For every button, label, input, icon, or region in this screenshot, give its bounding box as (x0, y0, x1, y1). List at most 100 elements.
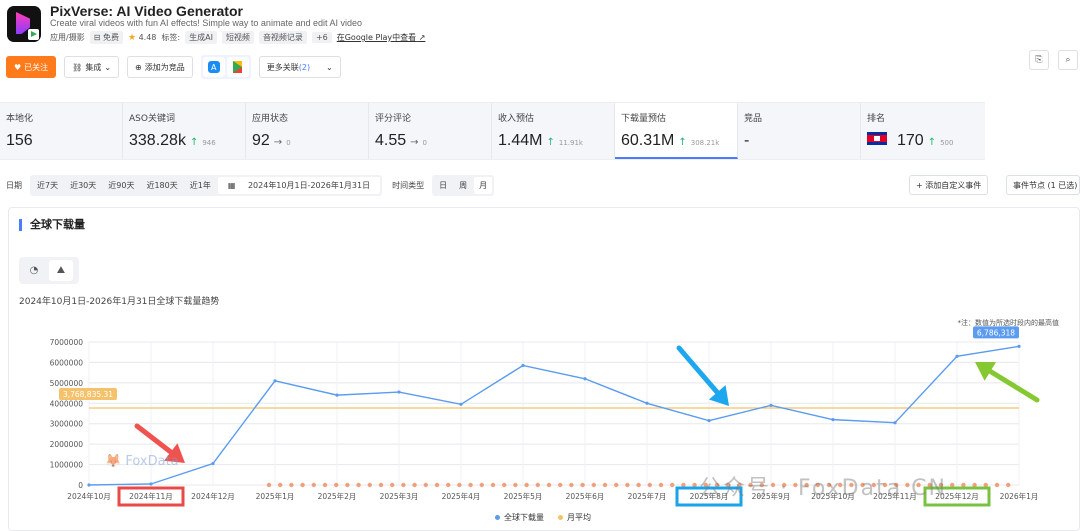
plus-icon: + (916, 180, 923, 190)
tag-item[interactable]: 生成AI (185, 31, 217, 44)
data-point (769, 403, 773, 407)
add-competitor-button[interactable]: ⊕ 添加为竞品 (127, 56, 193, 78)
date-range-presets: 近7天 近30天 近90天 近180天 近1年 ▦ 2024年10月1日-202… (30, 174, 383, 196)
metric-value: 156 (6, 132, 33, 149)
app-icon (7, 6, 41, 42)
metric-revenue[interactable]: 收入预估 1.44M ↑ 11.91k (492, 103, 615, 159)
time-type-selector: 日 周 月 (432, 174, 495, 196)
downloads-chart-card: 全球下载量 ◔ ⛰ 2024年10月1日-2026年1月31日全球下载量趋势 *… (8, 207, 1080, 531)
time-type-month[interactable]: 月 (474, 176, 493, 194)
more-related-text: 更多关联 (266, 62, 299, 72)
y-tick-label: 1000000 (50, 461, 84, 470)
metric-change: 0 (422, 139, 427, 147)
x-tick-label: 2024年11月 (129, 491, 173, 501)
data-point (583, 377, 587, 381)
tag-item[interactable]: 音视频记录 (258, 31, 307, 44)
tag-item[interactable]: 短视频 (221, 31, 254, 44)
range-1y[interactable]: 近1年 (185, 177, 216, 194)
add-event-button[interactable]: + 添加自定义事件 (909, 175, 989, 195)
x-tick-label: 2025年6月 (566, 491, 605, 501)
event-node-dot (278, 482, 283, 488)
metric-ratings[interactable]: 评分评论 4.55 → 0 (369, 103, 492, 159)
calendar-icon: ▦ (227, 180, 236, 190)
average-value-label: 3,768,835.31 (63, 390, 113, 399)
y-tick-label: 5000000 (50, 379, 84, 388)
event-node-dot (602, 482, 608, 488)
tag-more[interactable]: +6 (311, 32, 332, 43)
heart-icon: ♥ (14, 62, 22, 72)
event-node-dot (300, 482, 305, 488)
chevron-down-icon: ⌄ (326, 62, 333, 72)
metric-competitors[interactable]: 竞品 - (738, 103, 861, 159)
event-node-dot (490, 482, 496, 488)
date-label: 日期 (6, 180, 22, 190)
event-node-dot (334, 482, 339, 488)
time-type-day[interactable]: 日 (434, 177, 452, 194)
event-node-dot (1006, 482, 1011, 488)
metric-app-status[interactable]: 应用状态 92 → 0 (246, 103, 369, 159)
more-related-dropdown[interactable]: 更多关联(2) ⌄ (258, 56, 341, 78)
legend-downloads-label: 全球下载量 (504, 513, 544, 522)
x-tick-label: 2026年1月 (1000, 491, 1039, 501)
integrate-dropdown[interactable]: ⛓ 集成 ⌄ (64, 56, 120, 78)
event-node-dot (468, 482, 473, 488)
metric-label: 竞品 (744, 114, 763, 124)
time-type-label: 时间类型 (392, 180, 425, 190)
cambodia-flag-icon (867, 132, 887, 145)
metric-aso-keywords[interactable]: ASO关键词 338.28k ↑ 946 (123, 103, 246, 159)
y-tick-label: 4000000 (50, 399, 84, 408)
metric-change: 946 (202, 139, 216, 147)
google-play-tab[interactable] (226, 57, 249, 77)
app-subtitle: Create viral videos with fun AI effects!… (50, 18, 362, 28)
legend-average[interactable]: 月平均 (558, 512, 591, 523)
y-tick-label: 2000000 (50, 440, 84, 449)
chevron-down-icon: ⌄ (104, 62, 112, 72)
metric-value: 60.31M (621, 132, 675, 149)
legend-downloads[interactable]: 全球下载量 (495, 512, 544, 523)
event-node-dot (558, 482, 563, 488)
data-point (149, 482, 153, 486)
range-30d[interactable]: 近30天 (65, 177, 101, 194)
event-node-dot (322, 482, 328, 488)
data-point (211, 461, 215, 466)
event-nodes-label: 事件节点 (1 已选) (1013, 180, 1078, 190)
y-tick-label: 6000000 (50, 358, 84, 367)
x-tick-label: 2025年7月 (628, 491, 667, 501)
event-node-dot (994, 482, 1000, 488)
date-range-picker[interactable]: ▦ 2024年10月1日-2026年1月31日 (217, 176, 381, 194)
metric-localization[interactable]: 本地化 156 (0, 103, 123, 159)
metric-value: 92 (252, 132, 270, 149)
range-90d[interactable]: 近90天 (103, 177, 139, 194)
time-type-week[interactable]: 周 (454, 177, 472, 194)
arrow-shaft (987, 368, 1040, 403)
add-competitor-label: 添加为竞品 (144, 62, 185, 72)
app-store-tab[interactable]: A (202, 57, 225, 77)
export-icon[interactable]: ⎘ (1029, 50, 1049, 70)
integrate-label: 集成 (85, 62, 102, 72)
google-play-link[interactable]: 在Google Play中查看 ↗ (337, 32, 426, 43)
metric-label: 下载量预估 (621, 114, 667, 124)
arrow-shaft (676, 345, 720, 395)
follow-button[interactable]: ♥ 已关注 (6, 56, 57, 78)
arrow-up-icon: ↑ (678, 137, 687, 148)
event-node-dot (535, 482, 540, 488)
metric-downloads[interactable]: 下载量预估 60.31M ↑ 308.21k (615, 103, 738, 159)
metric-value: 338.28k (129, 132, 186, 149)
price-label: 免费 (102, 33, 119, 42)
range-180d[interactable]: 近180天 (141, 177, 182, 194)
event-node-dot (524, 482, 529, 488)
event-nodes-dropdown[interactable]: 事件节点 (1 已选) (1006, 175, 1080, 195)
event-node-dot (266, 482, 272, 488)
range-7d[interactable]: 近7天 (32, 177, 63, 194)
event-node-dot (636, 482, 641, 488)
more-related-label: 更多关联(2) (267, 62, 310, 73)
chart-legend: 全球下载量 月平均 (495, 512, 591, 523)
metric-rank[interactable]: 排名 170 ↑ 500 (861, 103, 985, 159)
metric-label: 评分评论 (375, 114, 412, 124)
event-node-dot (457, 482, 462, 488)
event-node-dot (401, 482, 406, 488)
event-node-dot (311, 482, 316, 488)
zoom-icon[interactable]: ⌕ (1058, 50, 1078, 70)
app-detail-page: PixVerse: AI Video Generator Create vira… (0, 0, 1080, 531)
event-node-dot (670, 482, 675, 488)
